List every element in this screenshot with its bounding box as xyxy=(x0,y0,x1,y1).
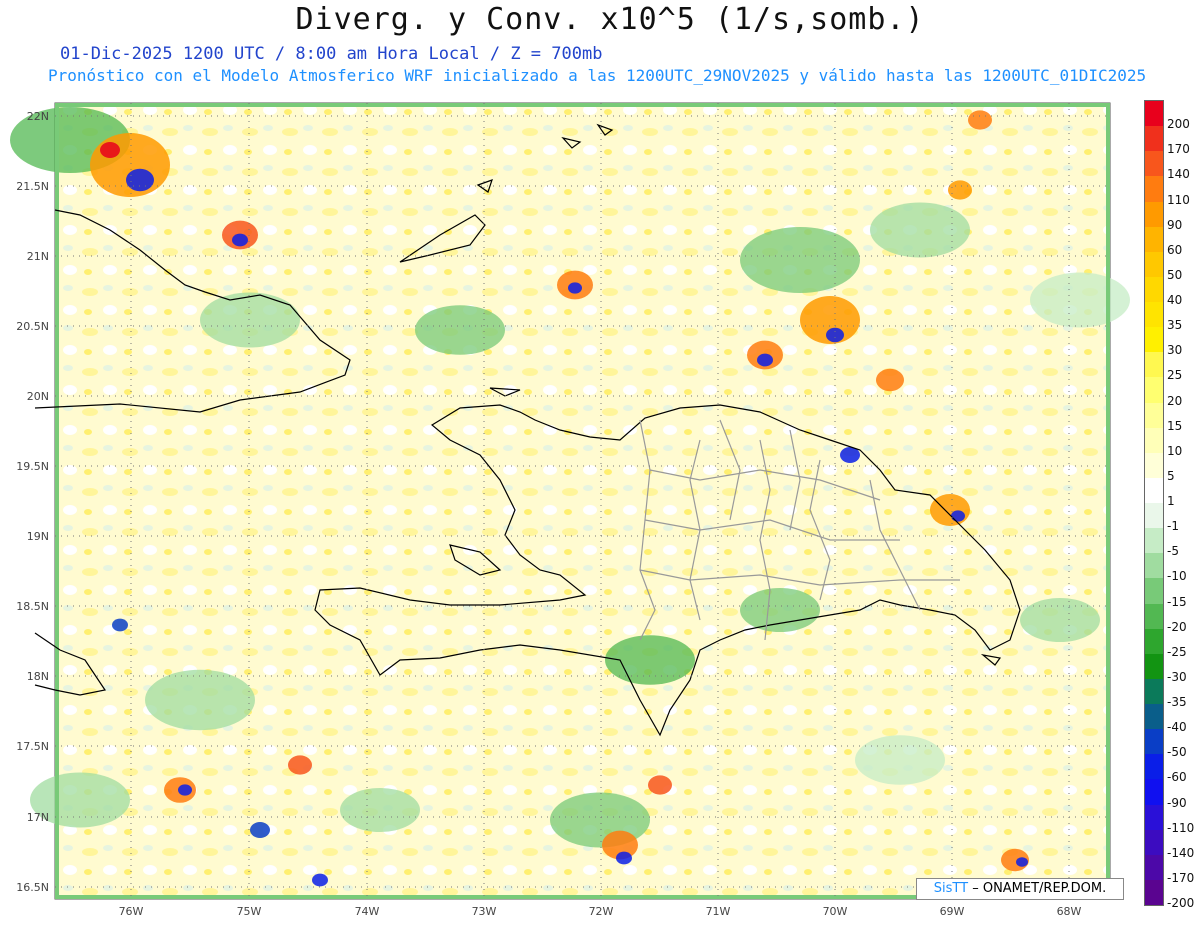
colorbar-label: 60 xyxy=(1167,242,1183,257)
colorbar xyxy=(1144,100,1164,906)
colorbar-swatch xyxy=(1145,427,1163,453)
colorbar-swatch xyxy=(1145,553,1163,579)
colorbar-swatch xyxy=(1145,578,1163,604)
colorbar-label: 40 xyxy=(1167,293,1183,307)
colorbar-swatch xyxy=(1145,377,1163,403)
colorbar-swatch xyxy=(1145,829,1163,855)
lat-label: 21.5N xyxy=(16,180,49,193)
lon-label: 70W xyxy=(823,905,848,918)
colorbar-label: -60 xyxy=(1167,770,1187,785)
credit-text: – ONAMET/REP.DOM. xyxy=(972,881,1107,896)
colorbar-swatch xyxy=(1145,477,1163,503)
colorbar-swatch xyxy=(1145,503,1163,529)
lon-label: 76W xyxy=(119,905,144,918)
lat-label: 20N xyxy=(27,390,49,403)
colorbar-label: 35 xyxy=(1167,318,1183,333)
colorbar-swatch xyxy=(1145,879,1163,905)
colorbar-label: -25 xyxy=(1167,644,1187,659)
lon-label: 75W xyxy=(237,905,262,918)
credit-box: SisTT – ONAMET/REP.DOM. xyxy=(916,878,1124,900)
colorbar-swatch xyxy=(1145,854,1163,880)
lat-label: 22N xyxy=(27,110,49,123)
colorbar-label: 10 xyxy=(1167,443,1183,458)
colorbar-label: 170 xyxy=(1167,142,1190,157)
lon-label: 74W xyxy=(355,905,380,918)
lat-label: 17N xyxy=(27,811,49,824)
lat-label: 19.5N xyxy=(16,460,49,473)
forecast-time: 01-Dic-2025 1200 UTC / 8:00 am Hora Loca… xyxy=(60,44,603,64)
model-info: Pronóstico con el Modelo Atmosferico WRF… xyxy=(48,66,1147,85)
lat-label: 17.5N xyxy=(16,740,49,753)
lat-label: 18.5N xyxy=(16,600,49,613)
colorbar-swatch xyxy=(1145,276,1163,302)
colorbar-swatch xyxy=(1145,352,1163,378)
colorbar-label: -110 xyxy=(1167,820,1195,835)
colorbar-swatch xyxy=(1145,452,1163,478)
colorbar-swatch xyxy=(1145,779,1163,805)
colorbar-label: 1 xyxy=(1167,494,1175,508)
colorbar-swatch xyxy=(1145,251,1163,277)
colorbar-label: 20 xyxy=(1167,393,1183,408)
colorbar-label: 5 xyxy=(1167,468,1175,483)
colorbar-swatch xyxy=(1145,101,1163,127)
colorbar-swatch xyxy=(1145,754,1163,780)
colorbar-swatch xyxy=(1145,226,1163,252)
colorbar-swatch xyxy=(1145,628,1163,654)
colorbar-swatch xyxy=(1145,528,1163,554)
colorbar-label: -5 xyxy=(1167,544,1179,559)
colorbar-swatch xyxy=(1145,653,1163,679)
colorbar-swatch xyxy=(1145,603,1163,629)
colorbar-label: 15 xyxy=(1167,418,1183,433)
colorbar-label: -1 xyxy=(1167,519,1179,534)
lon-label: 73W xyxy=(472,905,497,918)
colorbar-label: 30 xyxy=(1167,343,1183,358)
colorbar-swatch xyxy=(1145,176,1163,202)
colorbar-label: 25 xyxy=(1167,368,1183,383)
map-panel: 22N 21.5N 21N 20.5N 20N 19.5N 19N 18.5N 18N 17.5N… xyxy=(10,102,1130,918)
lon-label: 72W xyxy=(589,905,614,918)
colorbar-label: -170 xyxy=(1167,870,1195,885)
colorbar-swatch xyxy=(1145,704,1163,730)
colorbar-label: -40 xyxy=(1167,720,1187,735)
lon-label: 71W xyxy=(706,905,731,918)
colorbar-label: -140 xyxy=(1167,845,1195,860)
lat-label: 16.5N xyxy=(16,881,49,894)
colorbar-label: -90 xyxy=(1167,795,1187,810)
lon-label: 68W xyxy=(1057,905,1082,918)
lat-label: 19N xyxy=(27,530,49,543)
colorbar-label: -50 xyxy=(1167,745,1187,760)
map-title: Diverg. y Conv. x10^5 (1/s,somb.) xyxy=(295,2,925,37)
colorbar-swatch xyxy=(1145,678,1163,704)
lon-label: 69W xyxy=(940,905,965,918)
colorbar-swatch xyxy=(1145,327,1163,353)
lat-label: 18N xyxy=(27,670,49,683)
colorbar-swatch xyxy=(1145,126,1163,152)
colorbar-label: 50 xyxy=(1167,267,1183,282)
colorbar-label: 200 xyxy=(1167,117,1190,132)
colorbar-swatch xyxy=(1145,302,1163,328)
colorbar-label: 110 xyxy=(1167,192,1190,207)
sispi-logo: SisTT xyxy=(933,881,969,896)
lat-label: 20.5N xyxy=(16,320,49,333)
colorbar-label: 90 xyxy=(1167,217,1183,232)
colorbar-swatch xyxy=(1145,151,1163,177)
colorbar-swatch xyxy=(1145,804,1163,830)
colorbar-swatch xyxy=(1145,402,1163,428)
colorbar-swatch xyxy=(1145,729,1163,755)
colorbar-label: -10 xyxy=(1167,569,1187,584)
colorbar-label: -20 xyxy=(1167,619,1187,634)
colorbar-label: -30 xyxy=(1167,669,1187,684)
colorbar-label: -15 xyxy=(1167,594,1187,609)
colorbar-label: 140 xyxy=(1167,167,1190,182)
colorbar-swatch xyxy=(1145,201,1163,227)
colorbar-label: -35 xyxy=(1167,695,1187,709)
lat-label: 21N xyxy=(27,250,49,263)
colorbar-label: -200 xyxy=(1167,896,1195,910)
